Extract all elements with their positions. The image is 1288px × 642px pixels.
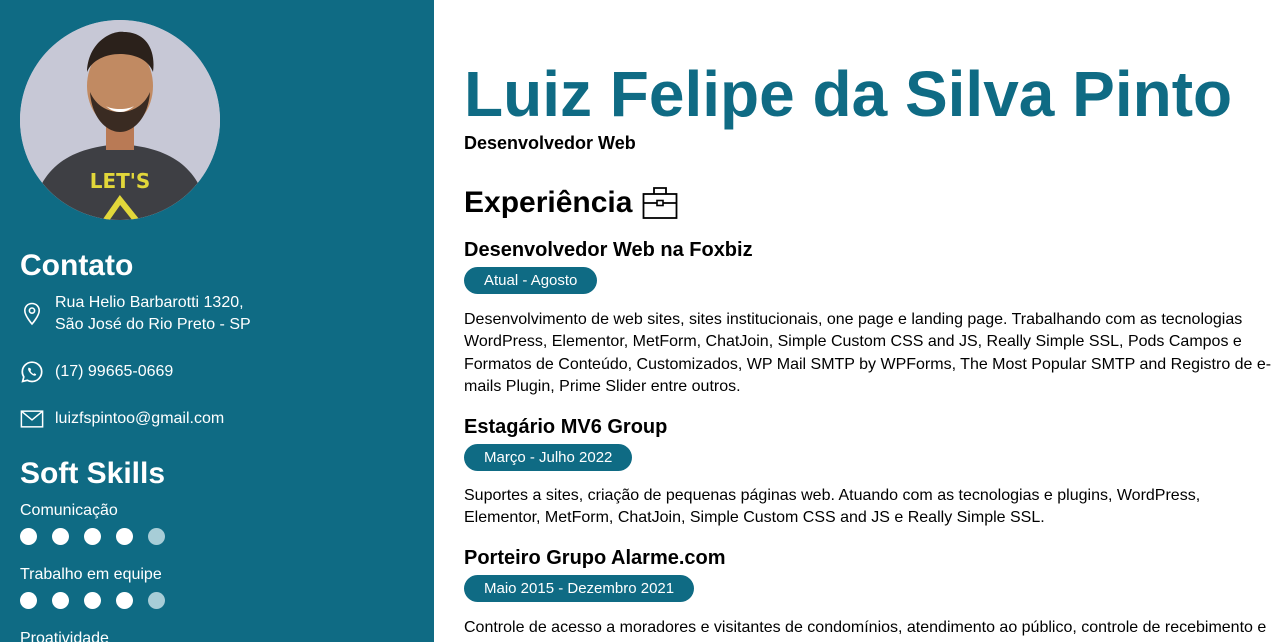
job-title: Estagário MV6 Group bbox=[464, 416, 668, 438]
contact-address: Rua Helio Barbarotti 1320, São José do R… bbox=[20, 292, 251, 336]
phone-text: (17) 99665-0669 bbox=[55, 363, 174, 380]
sidebar: LET'S Contato Rua Helio Barbarotti 1320,… bbox=[0, 0, 434, 642]
address-text: Rua Helio Barbarotti 1320, São José do R… bbox=[55, 292, 251, 336]
skill-label: Comunicação bbox=[20, 502, 118, 519]
rating-dot-filled bbox=[52, 592, 69, 609]
rating-dot-filled bbox=[84, 528, 101, 545]
main-content: Luiz Felipe da Silva Pinto Desenvolvedor… bbox=[464, 0, 1276, 642]
svg-text:LET'S: LET'S bbox=[90, 169, 151, 193]
contact-email[interactable]: luizfspintoo@gmail.com bbox=[20, 407, 224, 431]
experience-heading: Experiência bbox=[464, 186, 678, 220]
rating-dot-filled bbox=[84, 592, 101, 609]
skill-label: Proatividade bbox=[20, 630, 109, 642]
rating-dot-filled bbox=[20, 528, 37, 545]
experience-title: Experiência bbox=[464, 186, 633, 219]
skill-rating bbox=[20, 528, 180, 545]
page-title: Luiz Felipe da Silva Pinto bbox=[464, 58, 1233, 130]
job-description: Desenvolvimento de web sites, sites inst… bbox=[464, 311, 1272, 396]
location-pin-icon bbox=[20, 302, 44, 326]
contact-phone[interactable]: (17) 99665-0669 bbox=[20, 360, 173, 384]
rating-dot-filled bbox=[52, 528, 69, 545]
contact-title: Contato bbox=[20, 249, 134, 282]
soft-skills-title: Soft Skills bbox=[20, 457, 166, 490]
avatar: LET'S bbox=[20, 20, 220, 220]
briefcase-icon bbox=[642, 186, 678, 220]
rating-dot-empty bbox=[148, 592, 165, 609]
period-badge: Maio 2015 - Dezembro 2021 bbox=[464, 575, 695, 602]
address-line-2: São José do Rio Preto - SP bbox=[55, 316, 251, 333]
rating-dot-filled bbox=[116, 592, 133, 609]
whatsapp-icon bbox=[20, 360, 44, 384]
envelope-icon bbox=[20, 407, 44, 431]
job-title: Porteiro Grupo Alarme.com bbox=[464, 547, 726, 569]
job-description: Suportes a sites, criação de pequenas pá… bbox=[464, 487, 1201, 527]
job-description: Controle de acesso a moradores e visitan… bbox=[464, 619, 1267, 636]
period-badge: Março - Julho 2022 bbox=[464, 444, 633, 471]
profile-photo: LET'S bbox=[20, 20, 220, 220]
rating-dot-filled bbox=[20, 592, 37, 609]
rating-dot-empty bbox=[148, 528, 165, 545]
email-text: luizfspintoo@gmail.com bbox=[55, 410, 225, 427]
rating-dot-filled bbox=[116, 528, 133, 545]
period-badge: Atual - Agosto bbox=[464, 267, 598, 294]
skill-label: Trabalho em equipe bbox=[20, 566, 162, 583]
job-title: Desenvolvedor Web na Foxbiz bbox=[464, 239, 753, 261]
address-line-1: Rua Helio Barbarotti 1320, bbox=[55, 294, 244, 311]
job-role: Desenvolvedor Web bbox=[464, 133, 636, 153]
skill-rating bbox=[20, 592, 180, 609]
